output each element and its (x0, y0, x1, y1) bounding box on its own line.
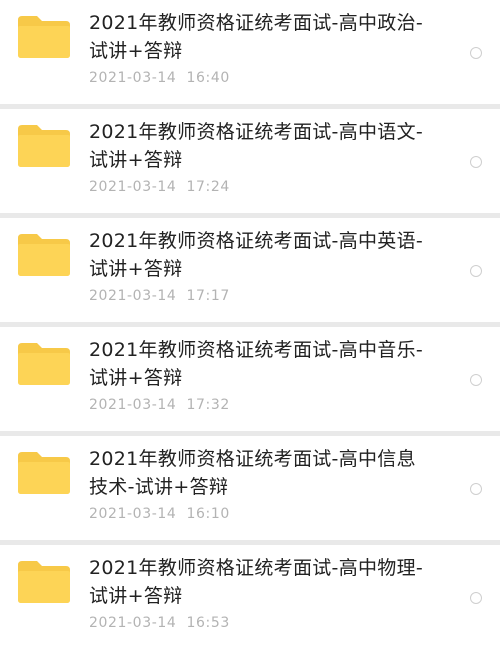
list-item[interactable]: 2021年教师资格证统考面试-高中政治-试讲+答辩 2021-03-14 16:… (0, 0, 500, 104)
file-list: 2021年教师资格证统考面试-高中政治-试讲+答辩 2021-03-14 16:… (0, 0, 500, 649)
file-time: 17:17 (186, 288, 230, 304)
list-item[interactable]: 2021年教师资格证统考面试-高中英语-试讲+答辩 2021-03-14 17:… (0, 218, 500, 322)
list-item[interactable]: 2021年教师资格证统考面试-高中信息技术-试讲+答辩 2021-03-14 1… (0, 436, 500, 540)
folder-icon (18, 452, 70, 494)
folder-icon (18, 125, 70, 167)
file-meta: 2021-03-14 17:32 (89, 395, 230, 415)
file-name: 2021年教师资格证统考面试-高中英语-试讲+答辩 (89, 230, 424, 280)
file-date: 2021-03-14 (89, 70, 177, 86)
select-radio[interactable] (470, 265, 482, 277)
file-time: 17:24 (186, 179, 230, 195)
select-radio[interactable] (470, 47, 482, 59)
file-date: 2021-03-14 (89, 288, 177, 304)
file-time: 16:53 (186, 615, 230, 631)
file-time: 16:10 (186, 506, 230, 522)
folder-icon (18, 234, 70, 276)
file-meta: 2021-03-14 17:17 (89, 286, 230, 306)
select-radio[interactable] (470, 483, 482, 495)
file-name: 2021年教师资格证统考面试-高中信息技术-试讲+答辩 (89, 448, 416, 498)
file-time: 17:32 (186, 397, 230, 413)
file-meta: 2021-03-14 17:24 (89, 177, 230, 197)
folder-icon (18, 561, 70, 603)
file-date: 2021-03-14 (89, 506, 177, 522)
file-meta: 2021-03-14 16:53 (89, 613, 230, 633)
select-radio[interactable] (470, 374, 482, 386)
select-radio[interactable] (470, 156, 482, 168)
file-date: 2021-03-14 (89, 615, 177, 631)
file-time: 16:40 (186, 70, 230, 86)
folder-icon (18, 343, 70, 385)
file-name: 2021年教师资格证统考面试-高中政治-试讲+答辩 (89, 12, 424, 62)
folder-icon (18, 16, 70, 58)
file-name: 2021年教师资格证统考面试-高中物理-试讲+答辩 (89, 557, 424, 607)
select-radio[interactable] (470, 592, 482, 604)
file-meta: 2021-03-14 16:10 (89, 504, 230, 524)
file-date: 2021-03-14 (89, 397, 177, 413)
file-name: 2021年教师资格证统考面试-高中语文-试讲+答辩 (89, 121, 424, 171)
list-item[interactable]: 2021年教师资格证统考面试-高中物理-试讲+答辩 2021-03-14 16:… (0, 545, 500, 649)
file-name: 2021年教师资格证统考面试-高中音乐-试讲+答辩 (89, 339, 424, 389)
file-date: 2021-03-14 (89, 179, 177, 195)
list-item[interactable]: 2021年教师资格证统考面试-高中语文-试讲+答辩 2021-03-14 17:… (0, 109, 500, 213)
list-item[interactable]: 2021年教师资格证统考面试-高中音乐-试讲+答辩 2021-03-14 17:… (0, 327, 500, 431)
file-meta: 2021-03-14 16:40 (89, 68, 230, 88)
